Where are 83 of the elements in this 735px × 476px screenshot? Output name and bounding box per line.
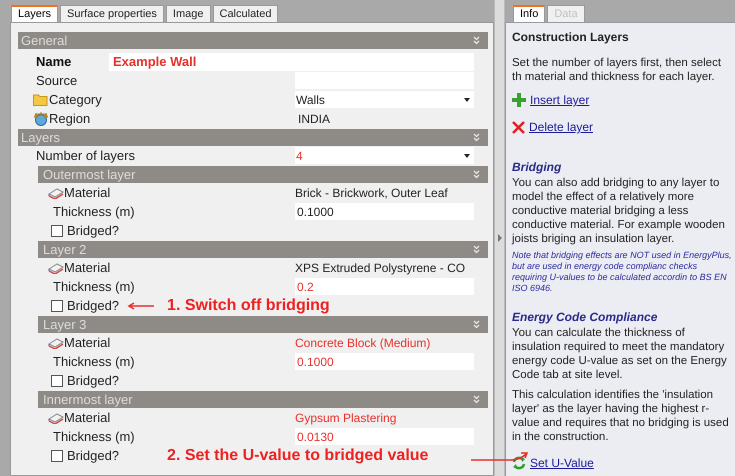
info-paragraph: You can calculate the thickness of insulation required to meet the mandatory energy code U-value as set on the Energy Code tab at site level. <box>512 326 728 382</box>
checkbox-label: Bridged? <box>67 446 120 465</box>
checkbox-label: Bridged? <box>67 372 120 390</box>
tab[interactable]: Layers <box>11 5 58 22</box>
material-layers-icon <box>48 261 64 274</box>
tab[interactable]: Info <box>513 5 546 22</box>
field-label: Thickness (m) <box>53 428 135 446</box>
info-heading: Bridging <box>512 159 562 176</box>
field-value: INDIA <box>297 110 330 128</box>
checkbox[interactable] <box>51 224 63 236</box>
field-label: Thickness (m) <box>53 352 135 371</box>
thickness-field[interactable]: 0.2 <box>295 278 474 295</box>
thickness-field[interactable]: 0.1000 <box>295 203 474 220</box>
tab[interactable]: Calculated <box>212 5 278 22</box>
collapse-chevron-icon[interactable] <box>473 170 480 179</box>
set-u-value-link[interactable]: Set U-Value <box>530 454 594 472</box>
tab[interactable]: Image <box>166 5 210 22</box>
info-note: Note that bridging effects are NOT used in EnergyPlus, but are used in energy code complianc checks requiring U-values to be calculated accordin to BS EN ISO 6946. <box>512 250 733 294</box>
collapse-chevron-icon[interactable] <box>473 133 480 142</box>
splitter[interactable] <box>494 0 505 476</box>
checkbox-label: Bridged? <box>67 296 120 315</box>
section-header[interactable]: General <box>18 32 488 49</box>
checkbox-label: Bridged? <box>67 222 120 240</box>
field-label: Material <box>64 334 110 352</box>
material-value[interactable]: Gypsum Plastering <box>295 408 396 426</box>
thickness-field[interactable]: 0.0130 <box>295 428 474 445</box>
field-label: Material <box>64 408 110 427</box>
collapse-chevron-icon[interactable] <box>473 395 480 404</box>
collapse-chevron-icon[interactable] <box>473 36 480 45</box>
field-label: Thickness (m) <box>53 202 135 221</box>
section-header[interactable]: Innermost layer <box>38 391 488 408</box>
section-header[interactable]: Layer 3 <box>38 316 488 333</box>
info-paragraph: You can also add bridging to any layer to model the effect of a relatively more conductive material bridging a less conductive material. For example wooden joists briging an insulation layer. <box>512 176 726 246</box>
field-label: Number of layers <box>35 146 135 165</box>
section-title: Layers <box>21 131 60 144</box>
section-title: Innermost layer <box>43 393 133 406</box>
checkbox[interactable] <box>51 300 63 312</box>
section-header[interactable]: Layers <box>18 129 488 146</box>
dropdown-caret-icon <box>464 154 470 158</box>
section-title: Layer 2 <box>43 243 86 256</box>
insert-layer-link[interactable]: Insert layer <box>530 91 590 109</box>
tab[interactable]: Surface properties <box>60 5 164 22</box>
info-heading: Energy Code Compliance <box>512 309 658 326</box>
refresh-icon <box>512 456 526 470</box>
material-layers-icon <box>48 411 64 424</box>
material-value[interactable]: Concrete Block (Medium) <box>295 334 430 352</box>
close-icon <box>512 120 525 134</box>
material-layers-icon <box>48 336 64 349</box>
dropdown[interactable]: 4 <box>295 147 474 164</box>
collapse-chevron-icon[interactable] <box>473 320 480 329</box>
info-paragraph: This calculation identifies the 'insulation layer' as the layer having the highest r-value and requires that no bridging is used in the construction. <box>512 388 730 444</box>
checkbox[interactable] <box>51 450 63 462</box>
section-title: Outermost layer <box>43 168 136 181</box>
section-title: Layer 3 <box>43 318 86 331</box>
section-header[interactable]: Outermost layer <box>38 166 488 183</box>
info-paragraph: Set the number of layers first, then select th material and thickness for each layer. <box>512 56 722 84</box>
field-label: Category <box>49 90 102 109</box>
section-header[interactable]: Layer 2 <box>38 241 488 258</box>
thickness-field[interactable]: 0.1000 <box>295 353 474 370</box>
field-label: Material <box>64 184 110 202</box>
info-title: Construction Layers <box>512 29 630 46</box>
field-label: Material <box>64 258 110 277</box>
folder-icon <box>33 93 49 106</box>
field-label: Source <box>36 72 78 90</box>
field-label: Name <box>36 52 72 71</box>
material-value[interactable]: XPS Extruded Polystyrene - CO <box>295 258 466 276</box>
annotation-arrow <box>127 302 156 310</box>
field-label: Region <box>49 110 90 128</box>
delete-layer-link[interactable]: Delete layer <box>529 118 594 136</box>
material-value[interactable]: Brick - Brickwork, Outer Leaf <box>295 184 448 202</box>
annotation-text: 2. Set the U-value to bridged value <box>167 446 428 466</box>
dropdown[interactable]: Walls <box>295 91 474 108</box>
collapse-chevron-icon[interactable] <box>473 245 480 254</box>
checkbox[interactable] <box>51 374 63 386</box>
section-title: General <box>21 34 68 47</box>
annotation-arrow <box>470 449 530 463</box>
annotation-text: 1. Switch off bridging <box>167 296 330 316</box>
globe-scale-icon <box>33 111 49 126</box>
dropdown-caret-icon <box>464 98 470 102</box>
plus-icon <box>512 93 526 107</box>
material-layers-icon <box>48 186 64 199</box>
field-label: Thickness (m) <box>53 278 135 296</box>
name-field[interactable]: Example Wall <box>109 52 474 70</box>
